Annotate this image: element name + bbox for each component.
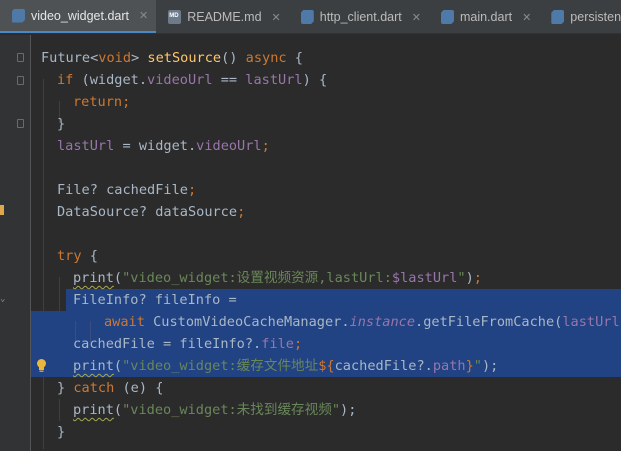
- markdown-file-icon: [168, 10, 182, 24]
- tab-label: README.md: [187, 10, 262, 24]
- code-line: print("video_widget:设置视频资源,lastUrl:$last…: [73, 270, 482, 286]
- tab-http-client[interactable]: http_client.dart ✕: [289, 0, 429, 33]
- tab-readme[interactable]: README.md ✕: [156, 0, 289, 33]
- code-line: } catch (e) {: [57, 380, 164, 396]
- code-line: lastUrl = widget.videoUrl;: [57, 138, 270, 154]
- lightbulb-icon[interactable]: [35, 358, 48, 373]
- code-line: File? cachedFile;: [57, 182, 197, 198]
- code-line: await CustomVideoCacheManager.instance.g…: [104, 314, 621, 330]
- code-line: FileInfo? fileInfo =: [73, 292, 237, 308]
- fold-marker-icon[interactable]: [17, 76, 24, 85]
- code-editor[interactable]: Future<void> setSource() async { if (wid…: [31, 35, 621, 451]
- close-icon[interactable]: ✕: [272, 11, 281, 24]
- tab-label: main.dart: [459, 10, 513, 24]
- code-line: return;: [73, 94, 131, 110]
- editor-gutter[interactable]: [0, 35, 30, 451]
- tab-persistent-cache[interactable]: persistent_cache: [539, 0, 621, 33]
- close-icon[interactable]: ✕: [139, 9, 148, 22]
- dart-file-icon: [440, 10, 454, 24]
- tab-main[interactable]: main.dart ✕: [429, 0, 539, 33]
- tab-label: http_client.dart: [319, 10, 402, 24]
- fold-marker-icon[interactable]: [17, 53, 24, 62]
- code-line: }: [57, 116, 66, 132]
- code-line: }: [57, 424, 66, 440]
- indent-guide: [43, 79, 44, 449]
- close-icon[interactable]: ✕: [412, 11, 421, 24]
- code-line: print("video_widget:未找到缓存视频");: [73, 402, 357, 418]
- fold-marker-icon[interactable]: [17, 119, 24, 128]
- bookmark-icon[interactable]: [0, 205, 4, 215]
- tab-label: persistent_cache: [570, 10, 621, 24]
- breakpoint-arrow-icon: ⌄: [0, 294, 6, 304]
- indent-guide: [59, 277, 60, 377]
- editor-tab-bar: video_widget.dart ✕ README.md ✕ http_cli…: [0, 0, 621, 34]
- code-line: print("video_widget:缓存文件地址${cachedFile?.…: [73, 358, 499, 374]
- close-icon[interactable]: ✕: [522, 11, 531, 24]
- indent-guide: [59, 399, 60, 421]
- code-line: DataSource? dataSource;: [57, 204, 246, 220]
- dart-file-icon: [551, 10, 565, 24]
- dart-file-icon: [300, 10, 314, 24]
- code-line: try {: [57, 248, 98, 264]
- code-line: cachedFile = fileInfo?.file;: [73, 336, 303, 352]
- tab-video-widget[interactable]: video_widget.dart ✕: [0, 0, 157, 33]
- dart-file-icon: [12, 8, 25, 23]
- tab-label: video_widget.dart: [31, 8, 129, 23]
- code-line: if (widget.videoUrl == lastUrl) {: [57, 72, 328, 88]
- code-line: Future<void> setSource() async {: [41, 50, 303, 66]
